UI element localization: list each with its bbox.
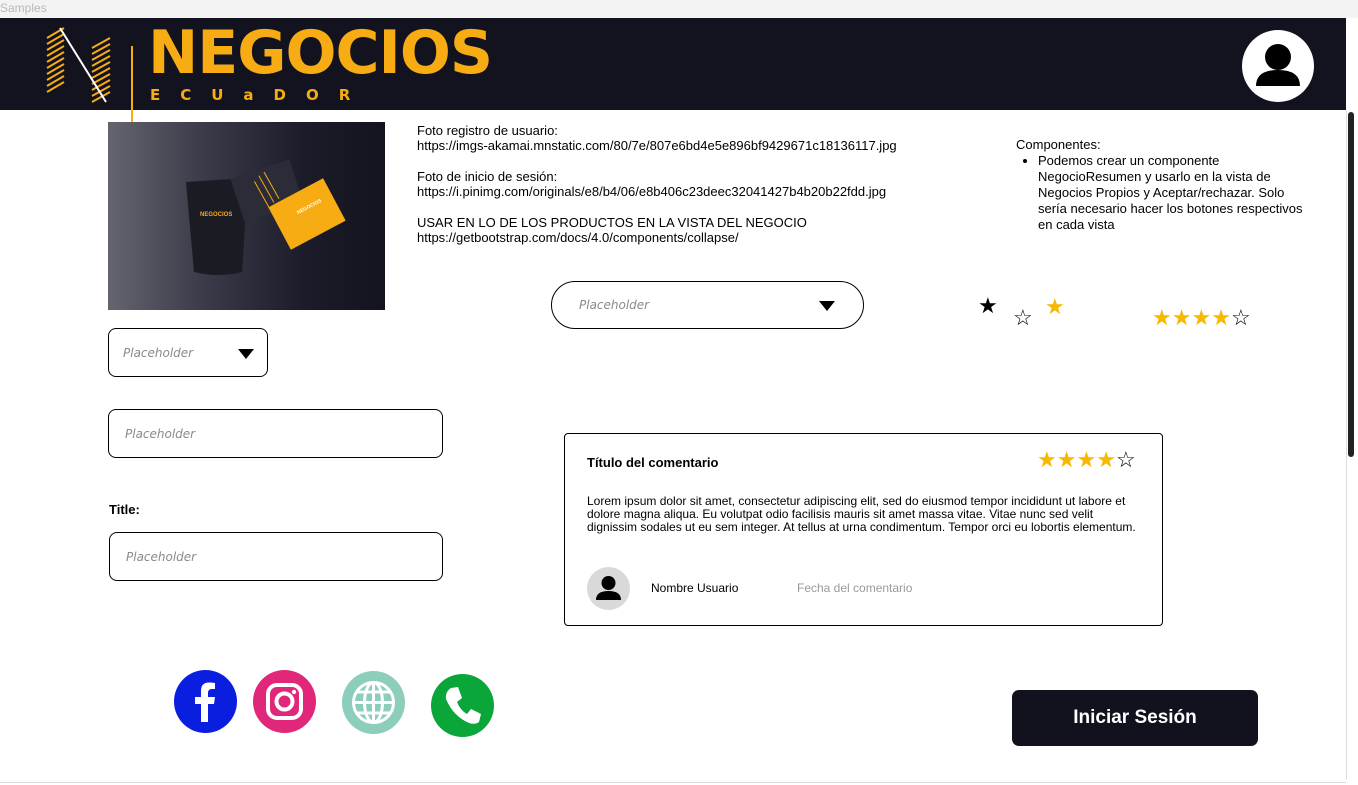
comment-card: Título del comentario ★★★★☆ Lorem ipsum … <box>564 433 1163 626</box>
bottom-divider <box>0 782 1346 783</box>
componentes-list: Podemos crear un componente NegocioResum… <box>1016 153 1316 233</box>
note-productos-label: USAR EN LO DE LOS PRODUCTOS EN LA VISTA … <box>417 215 807 230</box>
star-empty-icon[interactable]: ☆ <box>1013 307 1033 329</box>
input-1-placeholder: Placeholder <box>125 427 196 441</box>
note-inicio-label: Foto de inicio de sesión: <box>417 169 558 184</box>
comment-date: Fecha del comentario <box>797 581 913 595</box>
componentes-bullet: Podemos crear un componente NegocioResum… <box>1038 153 1316 233</box>
facebook-button[interactable] <box>174 670 237 733</box>
dropdown-left[interactable]: Placeholder <box>108 328 268 377</box>
hero-image: NEGOCIOS NEGOCIOS <box>108 122 385 310</box>
rating-star-1-icon[interactable]: ★ <box>1152 305 1172 330</box>
comment-body: Lorem ipsum dolor sit amet, consectetur … <box>587 494 1136 534</box>
comment-rating: ★★★★☆ <box>1037 449 1136 472</box>
user-icon <box>596 576 621 600</box>
note-productos-url: https://getbootstrap.com/docs/4.0/compon… <box>417 230 739 245</box>
caret-down-icon <box>238 349 254 359</box>
cup-logo-text: NEGOCIOS <box>200 212 233 218</box>
comment-star-3-icon: ★ <box>1076 447 1097 472</box>
logo-divider <box>131 46 133 122</box>
phone-icon <box>445 687 481 724</box>
dropdown-center[interactable]: Placeholder <box>551 281 864 329</box>
window-title: Samples <box>0 0 1358 18</box>
comment-star-2-icon: ★ <box>1056 447 1077 472</box>
componentes-heading: Componentes: <box>1016 137 1101 152</box>
comment-star-4-icon: ★ <box>1096 447 1116 472</box>
rating-star-5-icon[interactable]: ☆ <box>1231 305 1251 330</box>
comment-avatar <box>587 567 630 610</box>
note-inicio-url: https://i.pinimg.com/originals/e8/b4/06/… <box>417 184 887 199</box>
dropdown-center-placeholder: Placeholder <box>579 298 650 312</box>
facebook-icon <box>195 682 215 722</box>
note-registro-label: Foto registro de usuario: <box>417 123 558 138</box>
logo-sun-icon <box>46 27 111 103</box>
comment-star-5-icon: ☆ <box>1115 447 1136 472</box>
notes-block: Foto registro de usuario: https://imgs-a… <box>417 123 897 245</box>
componentes-note: Componentes: Podemos crear un componente… <box>1016 137 1316 233</box>
star-filled-black-icon[interactable]: ★ <box>978 295 998 317</box>
business-card-mockup <box>186 159 346 275</box>
rating-star-4-icon[interactable]: ★ <box>1211 305 1231 330</box>
dropdown-left-placeholder: Placeholder <box>123 346 194 360</box>
rating-star-2-icon[interactable]: ★ <box>1172 305 1192 330</box>
instagram-button[interactable] <box>253 670 316 733</box>
user-avatar-button[interactable] <box>1242 30 1314 102</box>
comment-star-1-icon: ★ <box>1037 447 1057 472</box>
globe-icon <box>352 681 395 724</box>
login-button[interactable]: Iniciar Sesión <box>1012 690 1258 746</box>
text-input-2[interactable]: Placeholder <box>109 532 443 581</box>
rating-star-3-icon[interactable]: ★ <box>1191 305 1211 330</box>
website-button[interactable] <box>342 671 405 734</box>
top-navbar: NEGOCIOS ECUaDOR <box>0 18 1346 122</box>
comment-user-name: Nombre Usuario <box>651 581 739 595</box>
user-icon <box>1256 44 1300 86</box>
phone-button[interactable] <box>431 674 494 737</box>
comment-title: Título del comentario <box>587 455 719 470</box>
text-input-1[interactable]: Placeholder <box>108 409 443 458</box>
instagram-icon <box>266 683 303 720</box>
title-label: Title: <box>109 502 140 517</box>
rating-stars[interactable]: ★★★★☆ <box>1152 307 1251 330</box>
star-filled-gold-icon[interactable]: ★ <box>1045 296 1065 318</box>
logo-subtitle: ECUaDOR <box>150 86 371 104</box>
caret-down-icon <box>819 301 835 311</box>
logo-title: NEGOCIOS <box>148 18 493 88</box>
scrollbar-thumb[interactable] <box>1348 112 1354 457</box>
note-registro-url: https://imgs-akamai.mnstatic.com/80/7e/8… <box>417 138 897 153</box>
input-2-placeholder: Placeholder <box>126 550 197 564</box>
